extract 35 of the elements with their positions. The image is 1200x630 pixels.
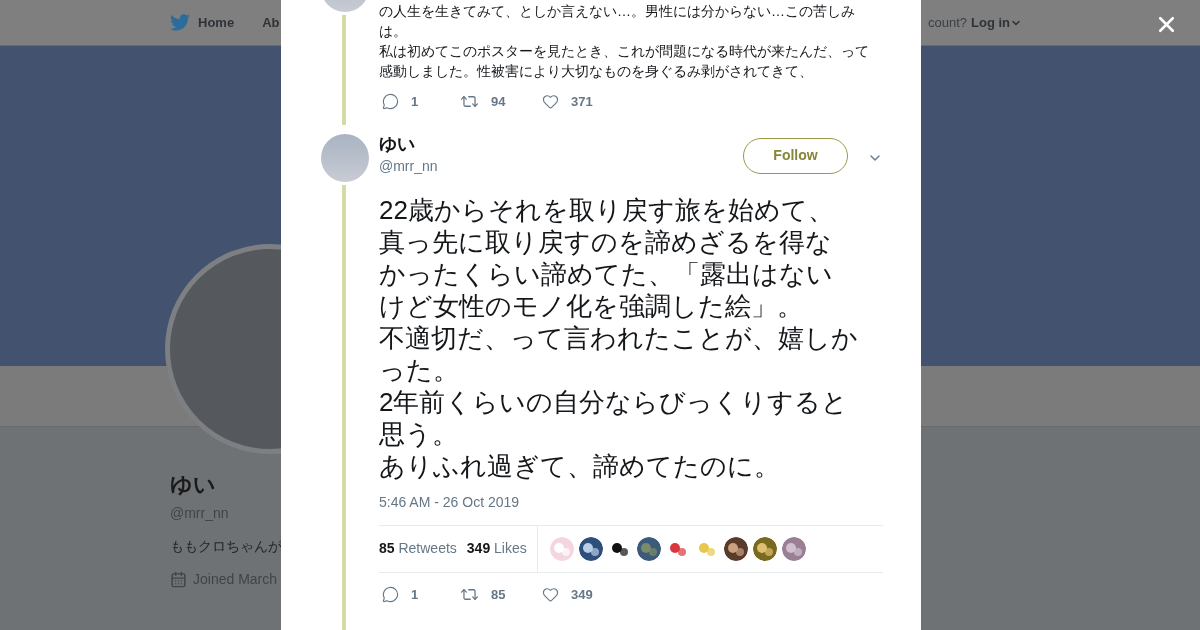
tweet-text-line: けど女性のモノ化を強調した絵」。 [379,289,804,322]
retweet-stat[interactable]: 85 Retweets [379,538,457,559]
account-prompt: count? [927,13,967,32]
profile-name: ゆい [170,471,216,499]
user-name: ゆい [379,132,416,155]
tweet-text-line: かったくらい諦めてた、「露出はない [379,257,834,290]
like-count: 371 [571,93,593,111]
login-link[interactable]: Log in [971,12,1022,33]
retweet-count: 94 [491,93,506,111]
tweet-timestamp: 5:46 AM - 26 Oct 2019 [379,492,521,512]
like-icon[interactable] [542,585,559,603]
tweet-text-line: 2年前くらいの自分ならびっくりすると [379,385,850,418]
tweet-text-line: ありふれ過ぎて、諦めてたのに。 [379,449,781,482]
tweet-text-line: 感動しました。性被害により大切なものを身ぐるみ剥がされてきて、 [379,62,814,81]
user-handle: @mrr_nn [379,156,439,176]
tweet-text-line: 不適切だ、って言われたことが、嬉しか [379,321,859,354]
like-count: 349 [571,585,593,604]
like-icon[interactable] [542,93,559,111]
tweet-text-line: の人生を生きてみて、としか言えない…。男性には分からない…この苦しみ [379,2,856,21]
reply-icon[interactable] [382,585,399,603]
about-link[interactable]: Ab [262,12,280,33]
tweet-text-line: 思う。 [379,417,459,450]
tweet-text-line: 真っ先に取り戻すのを諦めざるを得な [379,225,833,258]
tweet-text-line: は。 [379,22,408,41]
home-link[interactable]: Home [198,12,235,33]
tweet-text-line: った。 [379,353,460,386]
reply-icon[interactable] [382,93,399,111]
calendar-icon [170,571,187,588]
retweet-count: 85 [491,585,506,604]
tweet-text-line: 22歳からそれを取り戻す旅を始めて、 [379,193,835,226]
like-stat[interactable]: 349 Likes [466,538,527,559]
tweet-text-line: 私は初めてこのポスターを見たとき、これが問題になる時代が来たんだ、って [379,42,870,61]
reply-count: 1 [411,93,419,111]
reply-count: 1 [411,585,419,604]
user-avatar [321,133,369,182]
